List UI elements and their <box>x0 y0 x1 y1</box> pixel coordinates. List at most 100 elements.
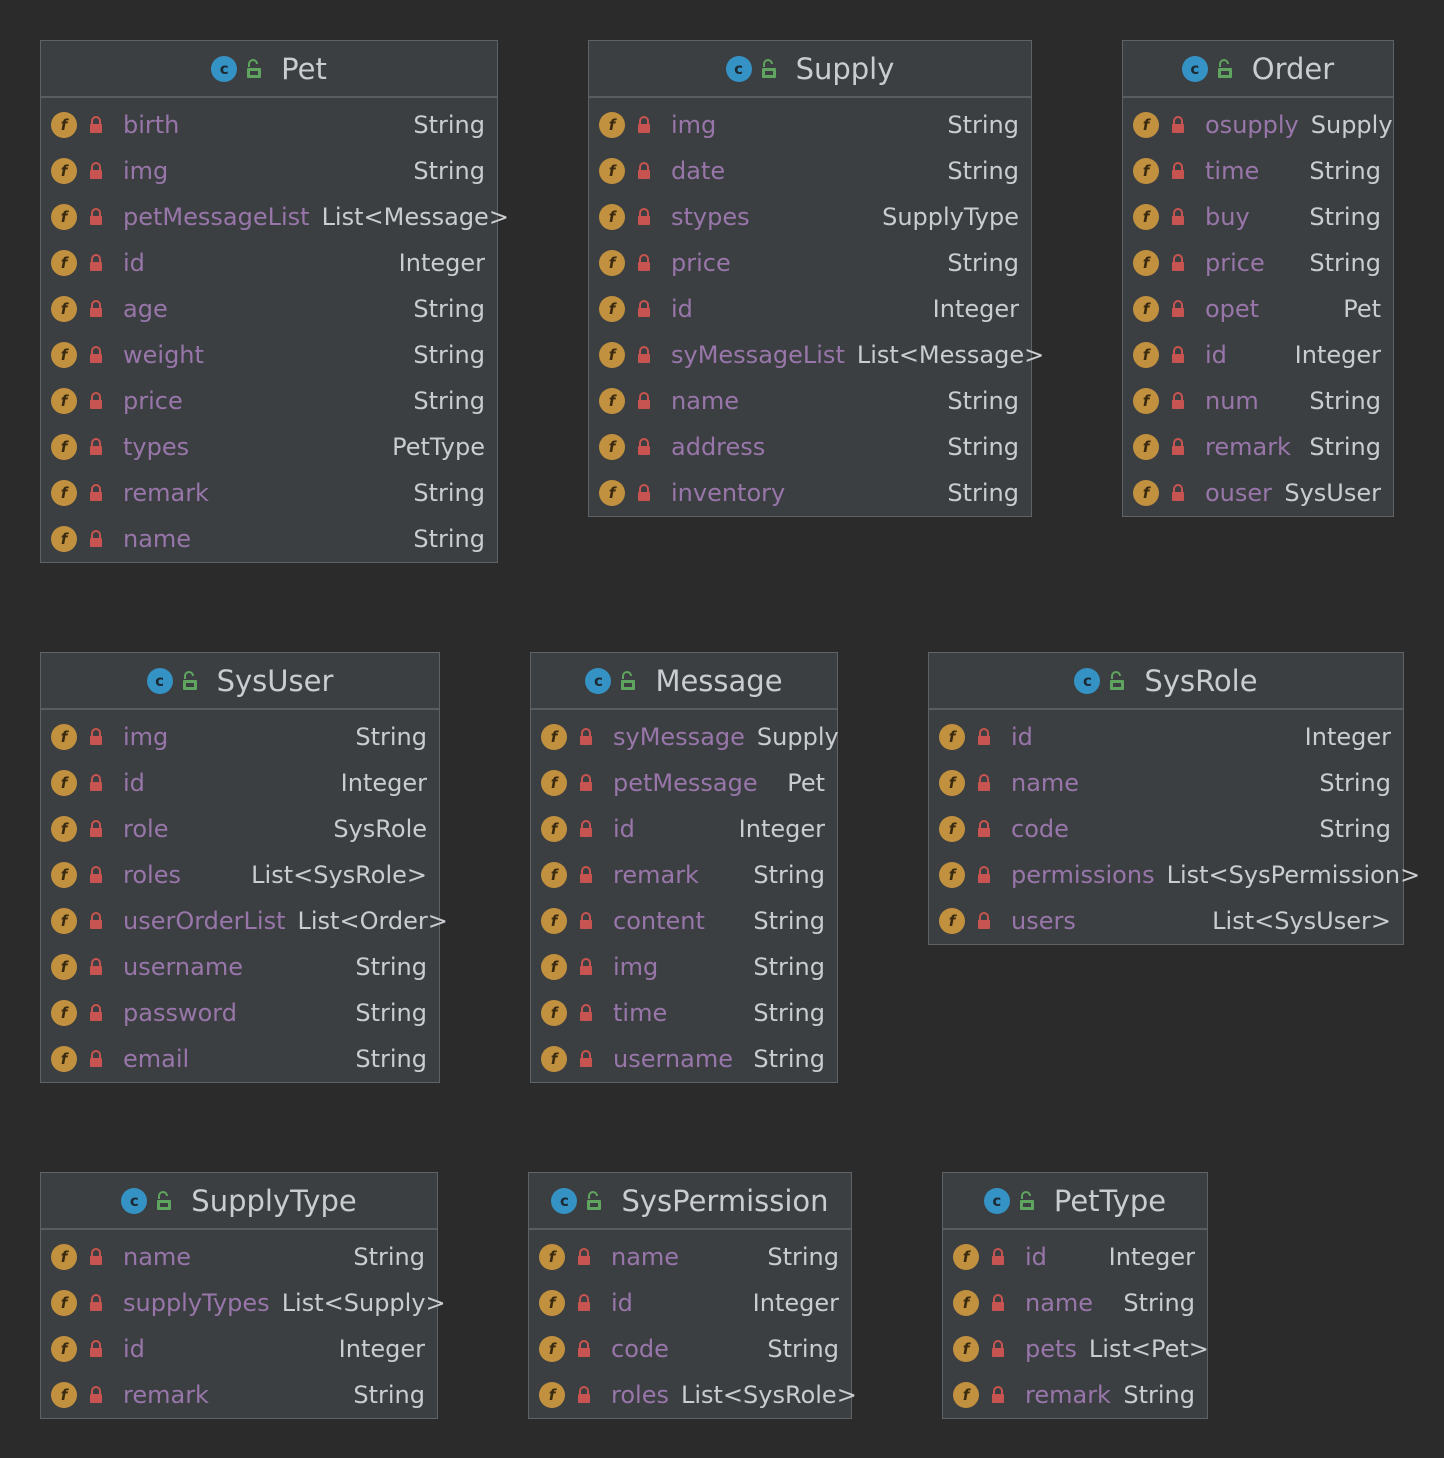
field-name: remark <box>1205 433 1291 461</box>
field-row[interactable]: f id Integer <box>531 806 837 852</box>
private-lock-icon <box>579 912 593 930</box>
field-row[interactable]: f weight String <box>41 332 497 378</box>
field-name: remark <box>613 861 699 889</box>
field-row[interactable]: f num String <box>1123 378 1393 424</box>
field-row[interactable]: f types PetType <box>41 424 497 470</box>
field-row[interactable]: f username String <box>531 1036 837 1082</box>
field-row[interactable]: f id Integer <box>929 714 1403 760</box>
private-lock-icon <box>577 1386 591 1404</box>
field-type: List<Message> <box>856 341 1045 369</box>
field-row[interactable]: f price String <box>589 240 1031 286</box>
private-lock-icon <box>89 300 103 318</box>
field-row[interactable]: f code String <box>529 1326 851 1372</box>
field-row[interactable]: f petMessageList List<Message> <box>41 194 509 240</box>
field-row[interactable]: f roles List<SysRole> <box>41 852 439 898</box>
field-row[interactable]: f price String <box>41 378 497 424</box>
field-row[interactable]: f date String <box>589 148 1031 194</box>
field-row[interactable]: f roles List<SysRole> <box>529 1372 857 1418</box>
class-box-message[interactable]: c Message f syMessage Supply f petMessage Pet f i… <box>530 652 839 1083</box>
field-row[interactable]: f email String <box>41 1036 439 1082</box>
field-row[interactable]: f supplyTypes List<Supply> <box>41 1280 446 1326</box>
field-row[interactable]: f name String <box>943 1280 1207 1326</box>
field-row[interactable]: f name String <box>41 516 497 562</box>
field-name: price <box>123 387 183 415</box>
private-lock-icon <box>637 346 651 364</box>
field-name: id <box>123 769 145 797</box>
field-list: f birth String f img String f petMessageList Lis… <box>41 98 509 562</box>
field-row[interactable]: f osupply Supply <box>1123 102 1393 148</box>
field-row[interactable]: f petMessage Pet <box>531 760 837 806</box>
field-row[interactable]: f name String <box>41 1234 437 1280</box>
private-lock-icon <box>977 912 991 930</box>
field-row[interactable]: f password String <box>41 990 439 1036</box>
class-box-pet[interactable]: c Pet f birth String f img String f petMessageLis… <box>40 40 509 563</box>
field-row[interactable]: f id Integer <box>1123 332 1393 378</box>
private-lock-icon <box>637 438 651 456</box>
field-row[interactable]: f id Integer <box>41 240 497 286</box>
field-icon: f <box>51 480 77 506</box>
field-row[interactable]: f name String <box>929 760 1403 806</box>
field-row[interactable]: f id Integer <box>41 1326 437 1372</box>
field-row[interactable]: f userOrderList List<Order> <box>41 898 448 944</box>
field-icon: f <box>51 204 77 230</box>
class-box-pettype[interactable]: c PetType f id Integer f name String f pets List<P… <box>942 1172 1209 1419</box>
field-row[interactable]: f age String <box>41 286 497 332</box>
field-row[interactable]: f img String <box>531 944 837 990</box>
field-row[interactable]: f remark String <box>41 1372 437 1418</box>
field-row[interactable]: f name String <box>529 1234 851 1280</box>
field-row[interactable]: f pets List<Pet> <box>943 1326 1209 1372</box>
class-icon: c <box>146 667 173 694</box>
private-lock-icon <box>89 346 103 364</box>
class-box-syspermission[interactable]: c SysPermission f name String f id Integer f code… <box>528 1172 857 1419</box>
field-row[interactable]: f address String <box>589 424 1031 470</box>
field-row[interactable]: f content String <box>531 898 837 944</box>
field-row[interactable]: f birth String <box>41 102 497 148</box>
field-row[interactable]: f name String <box>589 378 1031 424</box>
field-type: String <box>1309 157 1381 185</box>
field-row[interactable]: f opet Pet <box>1123 286 1393 332</box>
field-row[interactable]: f price String <box>1123 240 1393 286</box>
field-row[interactable]: f stypes SupplyType <box>589 194 1031 240</box>
field-row[interactable]: f ouser SysUser <box>1123 470 1393 516</box>
field-row[interactable]: f permissions List<SysPermission> <box>929 852 1420 898</box>
field-type: String <box>947 111 1019 139</box>
class-box-order[interactable]: c Order f osupply Supply f time String f buy Strin… <box>1122 40 1394 517</box>
field-icon: f <box>939 770 965 796</box>
field-row[interactable]: f syMessage Supply <box>531 714 839 760</box>
field-name: name <box>671 387 740 415</box>
field-row[interactable]: f remark String <box>943 1372 1207 1418</box>
class-box-sysuser[interactable]: c SysUser f img String f id Integer f role SysRole… <box>40 652 448 1083</box>
field-type: String <box>947 387 1019 415</box>
private-lock-icon <box>89 162 103 180</box>
field-row[interactable]: f id Integer <box>589 286 1031 332</box>
field-row[interactable]: f remark String <box>531 852 837 898</box>
field-row[interactable]: f img String <box>589 102 1031 148</box>
field-row[interactable]: f inventory String <box>589 470 1031 516</box>
field-row[interactable]: f id Integer <box>943 1234 1207 1280</box>
field-row[interactable]: f syMessageList List<Message> <box>589 332 1044 378</box>
field-row[interactable]: f id Integer <box>41 760 439 806</box>
field-row[interactable]: f username String <box>41 944 439 990</box>
field-row[interactable]: f code String <box>929 806 1403 852</box>
field-row[interactable]: f img String <box>41 148 497 194</box>
field-row[interactable]: f users List<SysUser> <box>929 898 1403 944</box>
field-row[interactable]: f role SysRole <box>41 806 439 852</box>
class-box-supplytype[interactable]: c SupplyType f name String f supplyTypes List<S… <box>40 1172 446 1419</box>
field-icon: f <box>599 112 625 138</box>
field-row[interactable]: f remark String <box>41 470 497 516</box>
field-type: String <box>947 479 1019 507</box>
field-row[interactable]: f time String <box>1123 148 1393 194</box>
field-name: id <box>123 249 145 277</box>
class-box-supply[interactable]: c Supply f img String f date String f stypes Suppl… <box>588 40 1044 517</box>
field-row[interactable]: f buy String <box>1123 194 1393 240</box>
field-icon: f <box>541 1000 567 1026</box>
field-row[interactable]: f time String <box>531 990 837 1036</box>
field-row[interactable]: f id Integer <box>529 1280 851 1326</box>
field-row[interactable]: f remark String <box>1123 424 1393 470</box>
field-type: List<SysPermission> <box>1166 861 1421 889</box>
field-row[interactable]: f img String <box>41 714 439 760</box>
private-lock-icon <box>89 1294 103 1312</box>
field-icon: f <box>51 112 77 138</box>
class-box-sysrole[interactable]: c SysRole f id Integer f name String f code String… <box>928 652 1420 945</box>
field-icon: f <box>1133 388 1159 414</box>
